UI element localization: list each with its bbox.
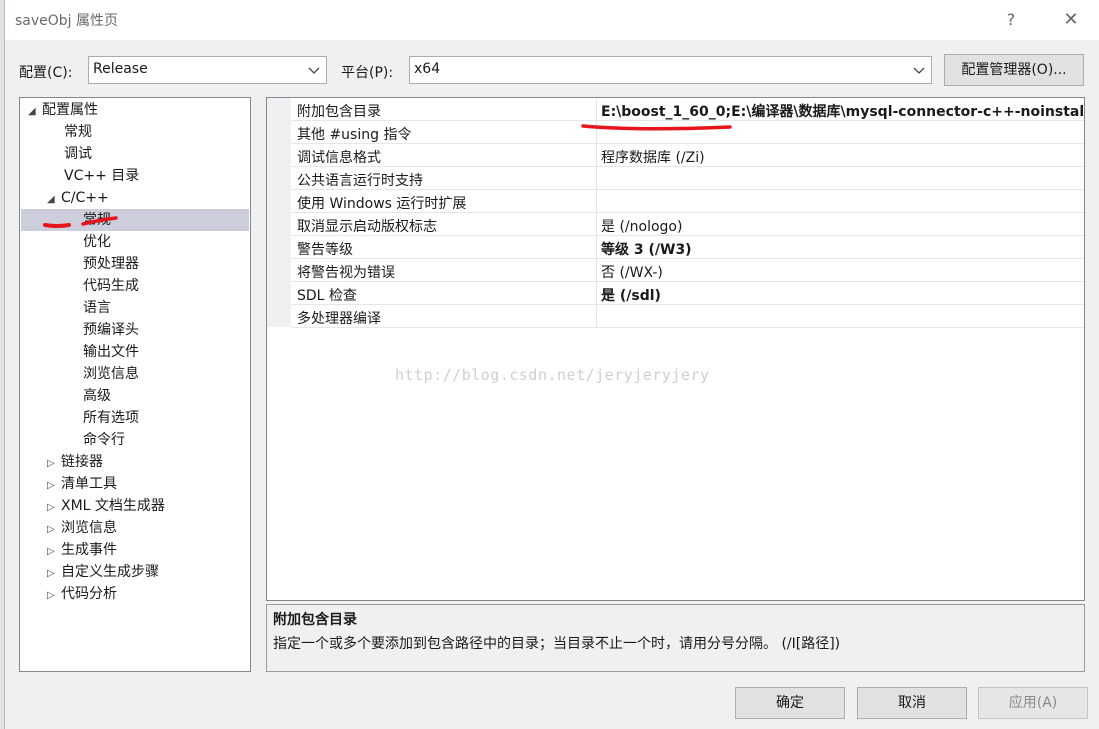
cancel-button[interactable]: 取消 bbox=[857, 687, 967, 719]
property-row-multiprocessor[interactable]: 多处理器编译 bbox=[291, 305, 1084, 328]
collapsed-icon[interactable]: ▷ bbox=[47, 563, 61, 585]
config-select[interactable]: Release bbox=[88, 56, 327, 84]
apply-button[interactable]: 应用(A) bbox=[978, 687, 1088, 719]
watermark: http://blog.csdn.net/jeryjeryjery bbox=[395, 366, 710, 384]
annotation-underline-tree bbox=[43, 216, 118, 228]
description-panel: 附加包含目录 指定一个或多个要添加到包含路径中的目录；当目录不止一个时，请用分号… bbox=[266, 604, 1085, 672]
property-row-clr-support[interactable]: 公共语言运行时支持 bbox=[291, 167, 1084, 190]
collapsed-icon[interactable]: ▷ bbox=[47, 585, 61, 607]
collapsed-icon[interactable]: ▷ bbox=[47, 541, 61, 563]
config-label: 配置(C): bbox=[19, 65, 73, 81]
help-icon[interactable]: ? bbox=[991, 6, 1031, 34]
property-row-sdl-checks[interactable]: SDL 检查 是 (/sdl) bbox=[291, 282, 1084, 305]
tree-node-linker[interactable]: ▷ 链接器 bbox=[47, 451, 103, 473]
tree-node-code-analysis[interactable]: ▷ 代码分析 bbox=[47, 583, 117, 605]
property-value[interactable]: 等级 3 (/W3) bbox=[601, 239, 692, 259]
tree-node-all-options[interactable]: 所有选项 bbox=[83, 407, 139, 429]
window-title: saveObj 属性页 bbox=[15, 13, 119, 29]
property-row-warning-level[interactable]: 警告等级 等级 3 (/W3) bbox=[291, 236, 1084, 259]
config-value: Release bbox=[93, 61, 148, 77]
property-pages-dialog: saveObj 属性页 ? ✕ 配置(C): Release 平台(P): x6… bbox=[4, 0, 1099, 729]
tree-node-debugging[interactable]: 调试 bbox=[64, 143, 92, 165]
property-row-warnings-as-errors[interactable]: 将警告视为错误 否 (/WX-) bbox=[291, 259, 1084, 282]
description-text: 指定一个或多个要添加到包含路径中的目录；当目录不止一个时，请用分号分隔。 (/I… bbox=[273, 636, 841, 652]
tree-node-general[interactable]: 常规 bbox=[64, 121, 92, 143]
property-value[interactable]: 程序数据库 (/Zi) bbox=[601, 147, 705, 167]
title-bar: saveObj 属性页 ? ✕ bbox=[5, 0, 1099, 40]
property-value[interactable]: 否 (/WX-) bbox=[601, 262, 663, 282]
tree-node-cpp[interactable]: ◢ C/C++ bbox=[47, 187, 109, 209]
tree-node-browse-info[interactable]: ▷ 浏览信息 bbox=[47, 517, 117, 539]
tree-node-precompiled-headers[interactable]: 预编译头 bbox=[83, 319, 139, 341]
tree-node-custom-build-step[interactable]: ▷ 自定义生成步骤 bbox=[47, 561, 159, 583]
tree-node-browse-info-cpp[interactable]: 浏览信息 bbox=[83, 363, 139, 385]
description-title: 附加包含目录 bbox=[273, 612, 357, 628]
annotation-underline-value bbox=[581, 124, 732, 131]
property-tree: ◢ 配置属性 常规 调试 VC++ 目录 ◢ C/C++ 常规 优化 预处理器 代码… bbox=[19, 97, 251, 672]
tree-node-config-properties[interactable]: ◢ 配置属性 bbox=[28, 99, 98, 121]
collapsed-icon[interactable]: ▷ bbox=[47, 519, 61, 541]
platform-value: x64 bbox=[414, 61, 441, 77]
tree-node-code-generation[interactable]: 代码生成 bbox=[83, 275, 139, 297]
ok-button[interactable]: 确定 bbox=[735, 687, 845, 719]
property-row-windows-runtime-ext[interactable]: 使用 Windows 运行时扩展 bbox=[291, 190, 1084, 213]
chevron-down-icon bbox=[308, 67, 320, 74]
property-value[interactable]: 是 (/nologo) bbox=[601, 216, 682, 236]
tree-node-preprocessor[interactable]: 预处理器 bbox=[83, 253, 139, 275]
tree-node-manifest-tool[interactable]: ▷ 清单工具 bbox=[47, 473, 117, 495]
property-row-debug-info-format[interactable]: 调试信息格式 程序数据库 (/Zi) bbox=[291, 144, 1084, 167]
collapsed-icon[interactable]: ▷ bbox=[47, 475, 61, 497]
property-value[interactable]: 是 (/sdl) bbox=[601, 285, 661, 305]
tree-node-advanced[interactable]: 高级 bbox=[83, 385, 111, 407]
tree-node-language[interactable]: 语言 bbox=[83, 297, 111, 319]
property-grid: 附加包含目录 E:\boost_1_60_0;E:\编译器\数据库\mysql-… bbox=[266, 97, 1085, 601]
tree-node-xml-doc-generator[interactable]: ▷ XML 文档生成器 bbox=[47, 495, 165, 517]
property-row-suppress-banner[interactable]: 取消显示启动版权标志 是 (/nologo) bbox=[291, 213, 1084, 236]
tree-node-build-events[interactable]: ▷ 生成事件 bbox=[47, 539, 117, 561]
tree-node-command-line[interactable]: 命令行 bbox=[83, 429, 125, 451]
collapsed-icon[interactable]: ▷ bbox=[47, 453, 61, 475]
chevron-down-icon bbox=[913, 67, 925, 74]
tree-node-vc-directories[interactable]: VC++ 目录 bbox=[64, 165, 139, 187]
collapsed-icon[interactable]: ▷ bbox=[47, 497, 61, 519]
tree-node-output-files[interactable]: 输出文件 bbox=[83, 341, 139, 363]
close-icon[interactable]: ✕ bbox=[1051, 6, 1091, 34]
grid-gutter bbox=[267, 98, 291, 327]
platform-label: 平台(P): bbox=[341, 65, 394, 81]
expanded-icon[interactable]: ◢ bbox=[47, 189, 61, 211]
platform-select[interactable]: x64 bbox=[409, 56, 932, 84]
expanded-icon[interactable]: ◢ bbox=[28, 101, 42, 123]
config-manager-button[interactable]: 配置管理器(O)... bbox=[944, 54, 1084, 86]
tree-node-optimization[interactable]: 优化 bbox=[83, 231, 111, 253]
